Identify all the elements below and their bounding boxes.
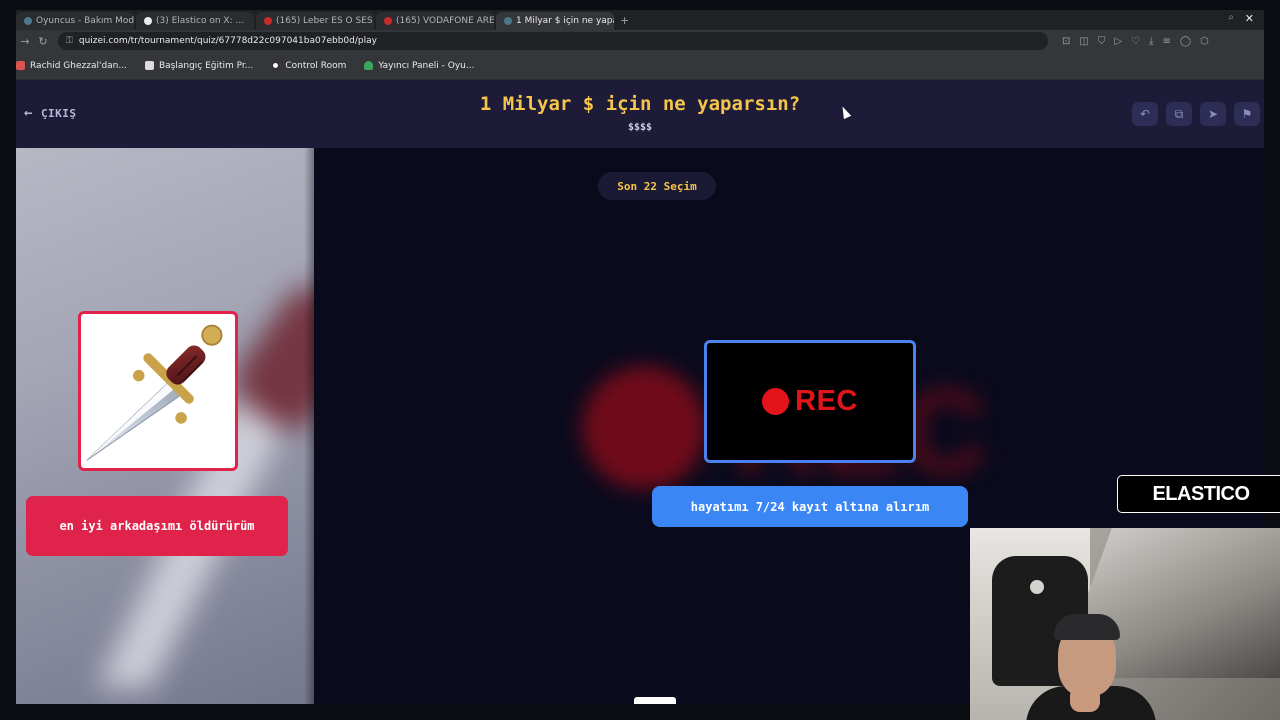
bookmark-item[interactable]: Rachid Ghezzal'dan... xyxy=(16,61,127,71)
download-icon[interactable]: ⤓ xyxy=(1149,36,1153,47)
tab-search-icon[interactable]: ⌕ xyxy=(1228,12,1234,23)
recent-selections-badge[interactable]: Son 22 Seçim xyxy=(598,172,716,200)
profile-icon[interactable]: ◯ xyxy=(1180,36,1191,47)
tab-title: Oyuncus - Bakım Modu xyxy=(36,16,134,26)
flag-icon: ⚑ xyxy=(1241,107,1253,121)
bookmark-label: Yayıncı Paneli - Oyu... xyxy=(378,60,475,71)
url-field[interactable]: ⚿ quizei.com/tr/tournament/quiz/67778d22… xyxy=(58,32,1048,50)
report-button[interactable]: ⚑ xyxy=(1234,102,1260,126)
screenshot-icon[interactable]: ◫ xyxy=(1079,36,1088,47)
choice-label[interactable]: en iyi arkadaşımı öldürürüm xyxy=(26,496,288,556)
rec-text: REC xyxy=(795,385,858,417)
tab-favicon xyxy=(144,17,152,25)
streamer-brand-badge: ELASTICO xyxy=(1117,475,1280,513)
install-icon[interactable]: ⊡ xyxy=(1062,36,1070,47)
send-button[interactable]: ➤ xyxy=(1200,102,1226,126)
site-info-icon[interactable]: ⚿ xyxy=(66,36,73,46)
bottom-handle[interactable] xyxy=(634,697,676,704)
circle-logo-icon xyxy=(271,61,281,70)
bookmark-item[interactable]: Başlangıç Eğitim Pr... xyxy=(144,60,254,71)
webcam-feed xyxy=(970,528,1280,720)
bookmark-item[interactable]: Yayıncı Paneli - Oyu... xyxy=(364,61,474,71)
record-dot-icon xyxy=(762,388,790,415)
bookmark-item[interactable]: Control Room xyxy=(271,61,346,71)
url-text: quizei.com/tr/tournament/quiz/67778d22c0… xyxy=(78,36,377,46)
browser-tab-active[interactable]: 1 Milyar $ için ne yapar... xyxy=(496,12,614,30)
panel-edge-shadow xyxy=(304,148,314,704)
address-bar: → ↻ ⚿ quizei.com/tr/tournament/quiz/6777… xyxy=(16,30,1264,52)
browser-toolbar-icons: ⊡ ◫ ⛉ ▷ ♡ ⤓ ≡ ◯ ⬡ xyxy=(1062,36,1209,47)
undo-button[interactable]: ↶ xyxy=(1132,102,1158,126)
undo-icon: ↶ xyxy=(1139,107,1151,121)
new-tab-icon[interactable]: + xyxy=(620,12,629,30)
quiz-subtitle: $$$$ xyxy=(627,122,653,133)
tab-favicon xyxy=(264,17,272,25)
send-icon: ➤ xyxy=(1207,107,1219,121)
extensions-icon[interactable]: ⬡ xyxy=(1200,36,1209,47)
close-icon[interactable]: ✕ xyxy=(1245,12,1254,25)
reload-icon[interactable]: ↻ xyxy=(34,35,52,48)
webcam-person-hand xyxy=(1070,686,1100,712)
jersey-logo xyxy=(1030,580,1044,594)
browser-tab-strip: Oyuncus - Bakım Modu (3) Elastico on X: … xyxy=(16,10,1264,30)
header-actions: ↶ ⧉ ➤ ⚑ xyxy=(1132,102,1260,126)
browser-tab[interactable]: (165) VODAFONE ARENA... xyxy=(376,12,494,30)
bookmark-label: Başlangıç Eğitim Pr... xyxy=(158,60,254,71)
heart-icon[interactable]: ♡ xyxy=(1131,36,1140,47)
choice-image-card[interactable] xyxy=(78,311,238,471)
webcam-person-cap xyxy=(1054,614,1120,640)
current-option-label[interactable]: hayatımı 7/24 kayıt altına alırım xyxy=(652,486,968,527)
tab-title: (165) VODAFONE ARENA... xyxy=(396,16,494,26)
bookmark-label: Rachid Ghezzal'dan... xyxy=(30,60,127,71)
current-option-image[interactable]: REC xyxy=(704,340,916,463)
bookmark-label: Control Room xyxy=(285,60,347,71)
tab-favicon xyxy=(384,17,392,25)
selected-choice-panel: en iyi arkadaşımı öldürürüm xyxy=(16,148,314,704)
quiz-title: 1 Milyar $ için ne yaparsın? xyxy=(479,93,801,115)
menu-icon[interactable]: ≡ xyxy=(1162,36,1170,47)
play-icon[interactable]: ▷ xyxy=(1114,36,1122,47)
document-icon xyxy=(144,61,154,70)
tab-title: (3) Elastico on X: ... xyxy=(156,16,245,26)
tab-title: 1 Milyar $ için ne yapar... xyxy=(516,16,614,26)
share-icon: ⧉ xyxy=(1174,106,1184,121)
forward-icon[interactable]: → xyxy=(16,35,34,48)
browser-tab[interactable]: (3) Elastico on X: ... xyxy=(136,12,254,30)
browser-tab[interactable]: Oyuncus - Bakım Modu xyxy=(16,12,134,30)
share-button[interactable]: ⧉ xyxy=(1166,102,1192,126)
dagger-icon xyxy=(86,324,223,461)
bookmark-red-icon xyxy=(16,61,25,70)
tree-icon xyxy=(364,61,374,70)
browser-tab[interactable]: (165) Leber ES O SES ... xyxy=(256,12,374,30)
tab-favicon xyxy=(504,17,512,25)
shield-icon[interactable]: ⛉ xyxy=(1098,36,1106,47)
quiz-header: ← ÇIKIŞ 1 Milyar $ için ne yaparsın? $$$… xyxy=(16,80,1264,148)
tab-favicon xyxy=(24,17,32,25)
bookmarks-bar: Rachid Ghezzal'dan... Başlangıç Eğitim P… xyxy=(16,52,1264,80)
tab-title: (165) Leber ES O SES ... xyxy=(276,16,374,26)
screen: Oyuncus - Bakım Modu (3) Elastico on X: … xyxy=(0,0,1280,720)
